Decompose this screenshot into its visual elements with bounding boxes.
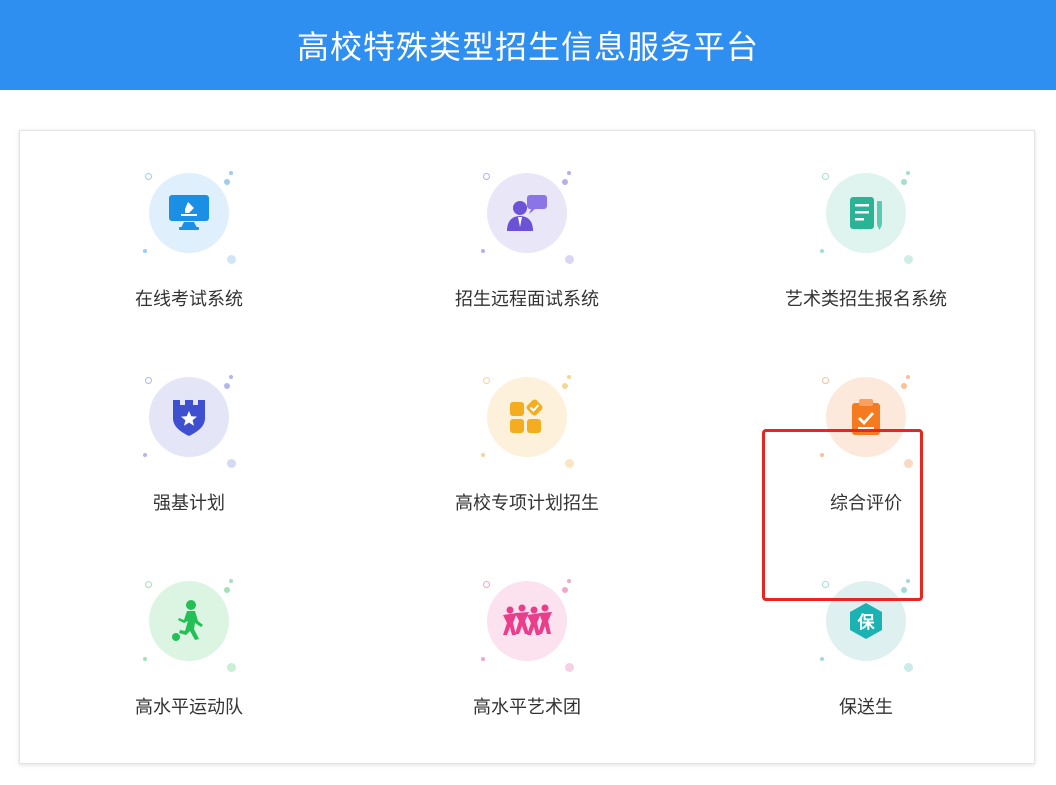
page-title: 高校特殊类型招生信息服务平台 [296, 28, 759, 66]
tile-remote-interview[interactable]: 招生远程面试系统 [377, 171, 677, 353]
tile-sports-team[interactable]: 高水平运动队 [39, 579, 339, 761]
art-registration-icon [826, 173, 906, 253]
tile-art-registration[interactable]: 艺术类招生报名系统 [716, 171, 1016, 353]
tile-label: 强基计划 [153, 493, 225, 514]
tile-label: 高水平艺术团 [473, 697, 581, 718]
art-troupe-icon [487, 581, 567, 661]
header-bar: 高校特殊类型招生信息服务平台 [0, 0, 1056, 90]
tile-special-plan[interactable]: 高校专项计划招生 [377, 375, 677, 557]
selection-highlight [762, 429, 923, 601]
tile-strong-foundation[interactable]: 强基计划 [39, 375, 339, 557]
recommended-student-glyph: 保 [857, 612, 876, 633]
tile-label: 艺术类招生报名系统 [785, 289, 947, 310]
tile-label: 招生远程面试系统 [455, 289, 599, 310]
tile-label: 保送生 [839, 697, 893, 718]
tile-label: 在线考试系统 [135, 289, 243, 310]
tile-online-exam[interactable]: 在线考试系统 [39, 171, 339, 353]
remote-interview-icon [487, 173, 567, 253]
online-exam-icon [149, 173, 229, 253]
special-plan-icon [487, 377, 567, 457]
tile-art-troupe[interactable]: 高水平艺术团 [377, 579, 677, 761]
sports-team-icon [149, 581, 229, 661]
tile-recommended-student[interactable]: 保 保送生 [716, 579, 1016, 761]
strong-foundation-icon [149, 377, 229, 457]
tile-label: 高校专项计划招生 [455, 493, 599, 514]
tile-label: 高水平运动队 [135, 697, 243, 718]
